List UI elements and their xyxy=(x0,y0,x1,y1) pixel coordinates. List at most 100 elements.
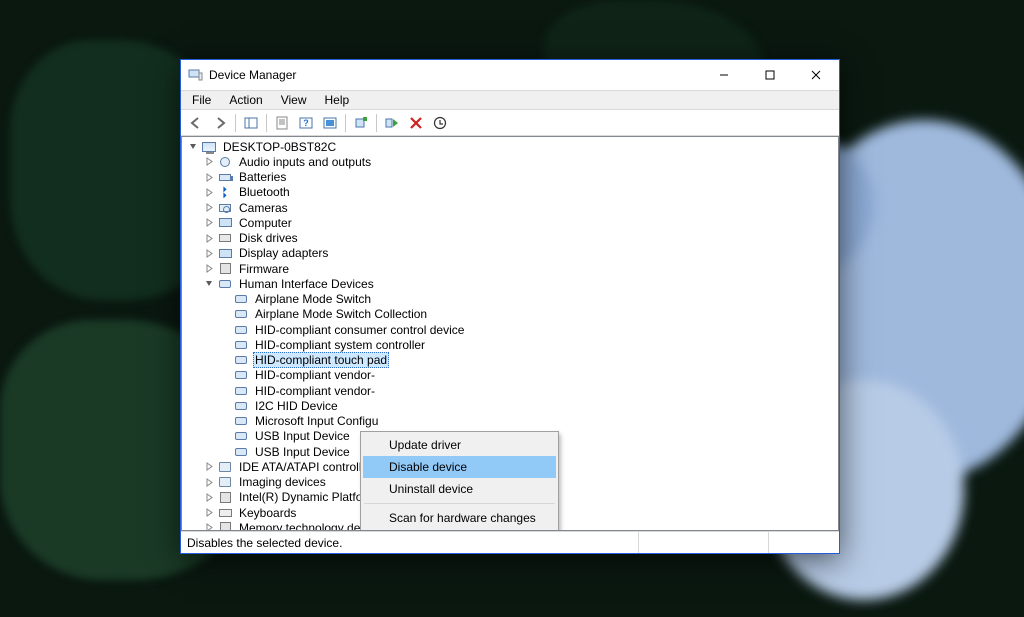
device-node[interactable]: Airplane Mode Switch Collection xyxy=(218,307,838,322)
device-label: HID-compliant vendor- xyxy=(253,368,377,382)
category-node[interactable]: Firmware xyxy=(202,261,838,276)
category-icon xyxy=(217,505,233,521)
titlebar[interactable]: Device Manager xyxy=(181,60,839,90)
expand-icon[interactable] xyxy=(202,506,216,520)
menubar: File Action View Help xyxy=(181,90,839,110)
menu-view[interactable]: View xyxy=(274,92,314,108)
context-menu-item[interactable]: Disable device xyxy=(363,456,556,478)
category-node[interactable]: Display adapters xyxy=(202,246,838,261)
root-label: DESKTOP-0BST82C xyxy=(221,140,338,154)
expand-icon[interactable] xyxy=(202,246,216,260)
context-menu-item[interactable]: Scan for hardware changes xyxy=(363,507,556,529)
category-icon xyxy=(217,184,233,200)
expand-icon[interactable] xyxy=(202,170,216,184)
category-node[interactable]: Disk drives xyxy=(202,231,838,246)
category-node[interactable]: Cameras xyxy=(202,200,838,215)
device-label: Microsoft Input Configu xyxy=(253,414,380,428)
category-label: Audio inputs and outputs xyxy=(237,155,373,169)
expand-icon[interactable] xyxy=(202,231,216,245)
category-node[interactable]: Audio inputs and outputs xyxy=(202,154,838,169)
category-icon xyxy=(217,489,233,505)
context-menu-item[interactable]: Update driver xyxy=(363,434,556,456)
category-icon xyxy=(217,459,233,475)
menu-file[interactable]: File xyxy=(185,92,218,108)
uninstall-device-button[interactable] xyxy=(429,112,451,134)
expand-icon[interactable] xyxy=(202,262,216,276)
statusbar: Disables the selected device. xyxy=(181,531,839,553)
category-label: Human Interface Devices xyxy=(237,277,376,291)
category-icon xyxy=(217,154,233,170)
show-hide-tree-button[interactable] xyxy=(240,112,262,134)
status-cell-2 xyxy=(639,532,769,553)
app-icon xyxy=(187,67,203,83)
properties-button[interactable] xyxy=(271,112,293,134)
category-label: Firmware xyxy=(237,262,291,276)
device-node[interactable]: HID-compliant consumer control device xyxy=(218,322,838,337)
scan-hardware-button[interactable] xyxy=(350,112,372,134)
expand-icon[interactable] xyxy=(202,475,216,489)
maximize-button[interactable] xyxy=(747,60,793,90)
context-menu: Update driverDisable deviceUninstall dev… xyxy=(360,431,559,531)
collapse-icon[interactable] xyxy=(186,140,200,154)
device-label: USB Input Device xyxy=(253,445,352,459)
category-icon xyxy=(217,200,233,216)
menu-action[interactable]: Action xyxy=(222,92,269,108)
device-icon xyxy=(233,428,249,444)
root-node[interactable]: DESKTOP-0BST82C xyxy=(186,139,838,154)
category-node[interactable]: Computer xyxy=(202,215,838,230)
device-node[interactable]: HID-compliant vendor- xyxy=(218,383,838,398)
device-node[interactable]: HID-compliant touch pad xyxy=(218,353,838,368)
back-button[interactable] xyxy=(185,112,207,134)
device-label: HID-compliant touch pad xyxy=(253,352,389,368)
expand-icon[interactable] xyxy=(202,521,216,530)
device-node[interactable]: Airplane Mode Switch xyxy=(218,292,838,307)
category-node[interactable]: Human Interface Devices xyxy=(202,276,838,291)
minimize-button[interactable] xyxy=(701,60,747,90)
help-button[interactable]: ? xyxy=(295,112,317,134)
svg-text:?: ? xyxy=(303,118,309,128)
category-node[interactable]: Batteries xyxy=(202,170,838,185)
disable-device-button[interactable] xyxy=(405,112,427,134)
device-manager-window: Device Manager File Action View Help ? xyxy=(180,59,840,554)
close-button[interactable] xyxy=(793,60,839,90)
context-menu-item[interactable]: Uninstall device xyxy=(363,478,556,500)
category-node[interactable]: Bluetooth xyxy=(202,185,838,200)
device-node[interactable]: I2C HID Device xyxy=(218,398,838,413)
forward-button[interactable] xyxy=(209,112,231,134)
device-icon xyxy=(233,398,249,414)
expand-icon[interactable] xyxy=(202,460,216,474)
category-icon xyxy=(217,474,233,490)
category-icon xyxy=(217,276,233,292)
device-node[interactable]: HID-compliant vendor- xyxy=(218,368,838,383)
enable-device-button[interactable] xyxy=(381,112,403,134)
action-button[interactable] xyxy=(319,112,341,134)
category-icon xyxy=(217,215,233,231)
category-icon xyxy=(217,245,233,261)
category-label: Batteries xyxy=(237,170,288,184)
expand-icon[interactable] xyxy=(202,490,216,504)
expand-icon[interactable] xyxy=(202,216,216,230)
device-icon xyxy=(233,352,249,368)
device-label: USB Input Device xyxy=(253,429,352,443)
device-node[interactable]: HID-compliant system controller xyxy=(218,337,838,352)
menu-help[interactable]: Help xyxy=(318,92,357,108)
category-label: IDE ATA/ATAPI controllers xyxy=(237,460,380,474)
device-icon xyxy=(233,337,249,353)
category-label: Keyboards xyxy=(237,506,298,520)
category-icon xyxy=(217,261,233,277)
status-text: Disables the selected device. xyxy=(181,532,639,553)
expand-icon[interactable] xyxy=(202,155,216,169)
device-icon xyxy=(233,367,249,383)
expand-icon[interactable] xyxy=(202,185,216,199)
device-node[interactable]: Microsoft Input Configu xyxy=(218,414,838,429)
category-icon xyxy=(217,520,233,530)
collapse-icon[interactable] xyxy=(202,277,216,291)
category-icon xyxy=(217,230,233,246)
category-label: Display adapters xyxy=(237,246,330,260)
toolbar: ? xyxy=(181,110,839,136)
window-title: Device Manager xyxy=(209,68,701,82)
category-label: Disk drives xyxy=(237,231,300,245)
device-icon xyxy=(233,322,249,338)
device-tree: DESKTOP-0BST82C Audio inputs and outputs… xyxy=(181,136,839,531)
expand-icon[interactable] xyxy=(202,201,216,215)
